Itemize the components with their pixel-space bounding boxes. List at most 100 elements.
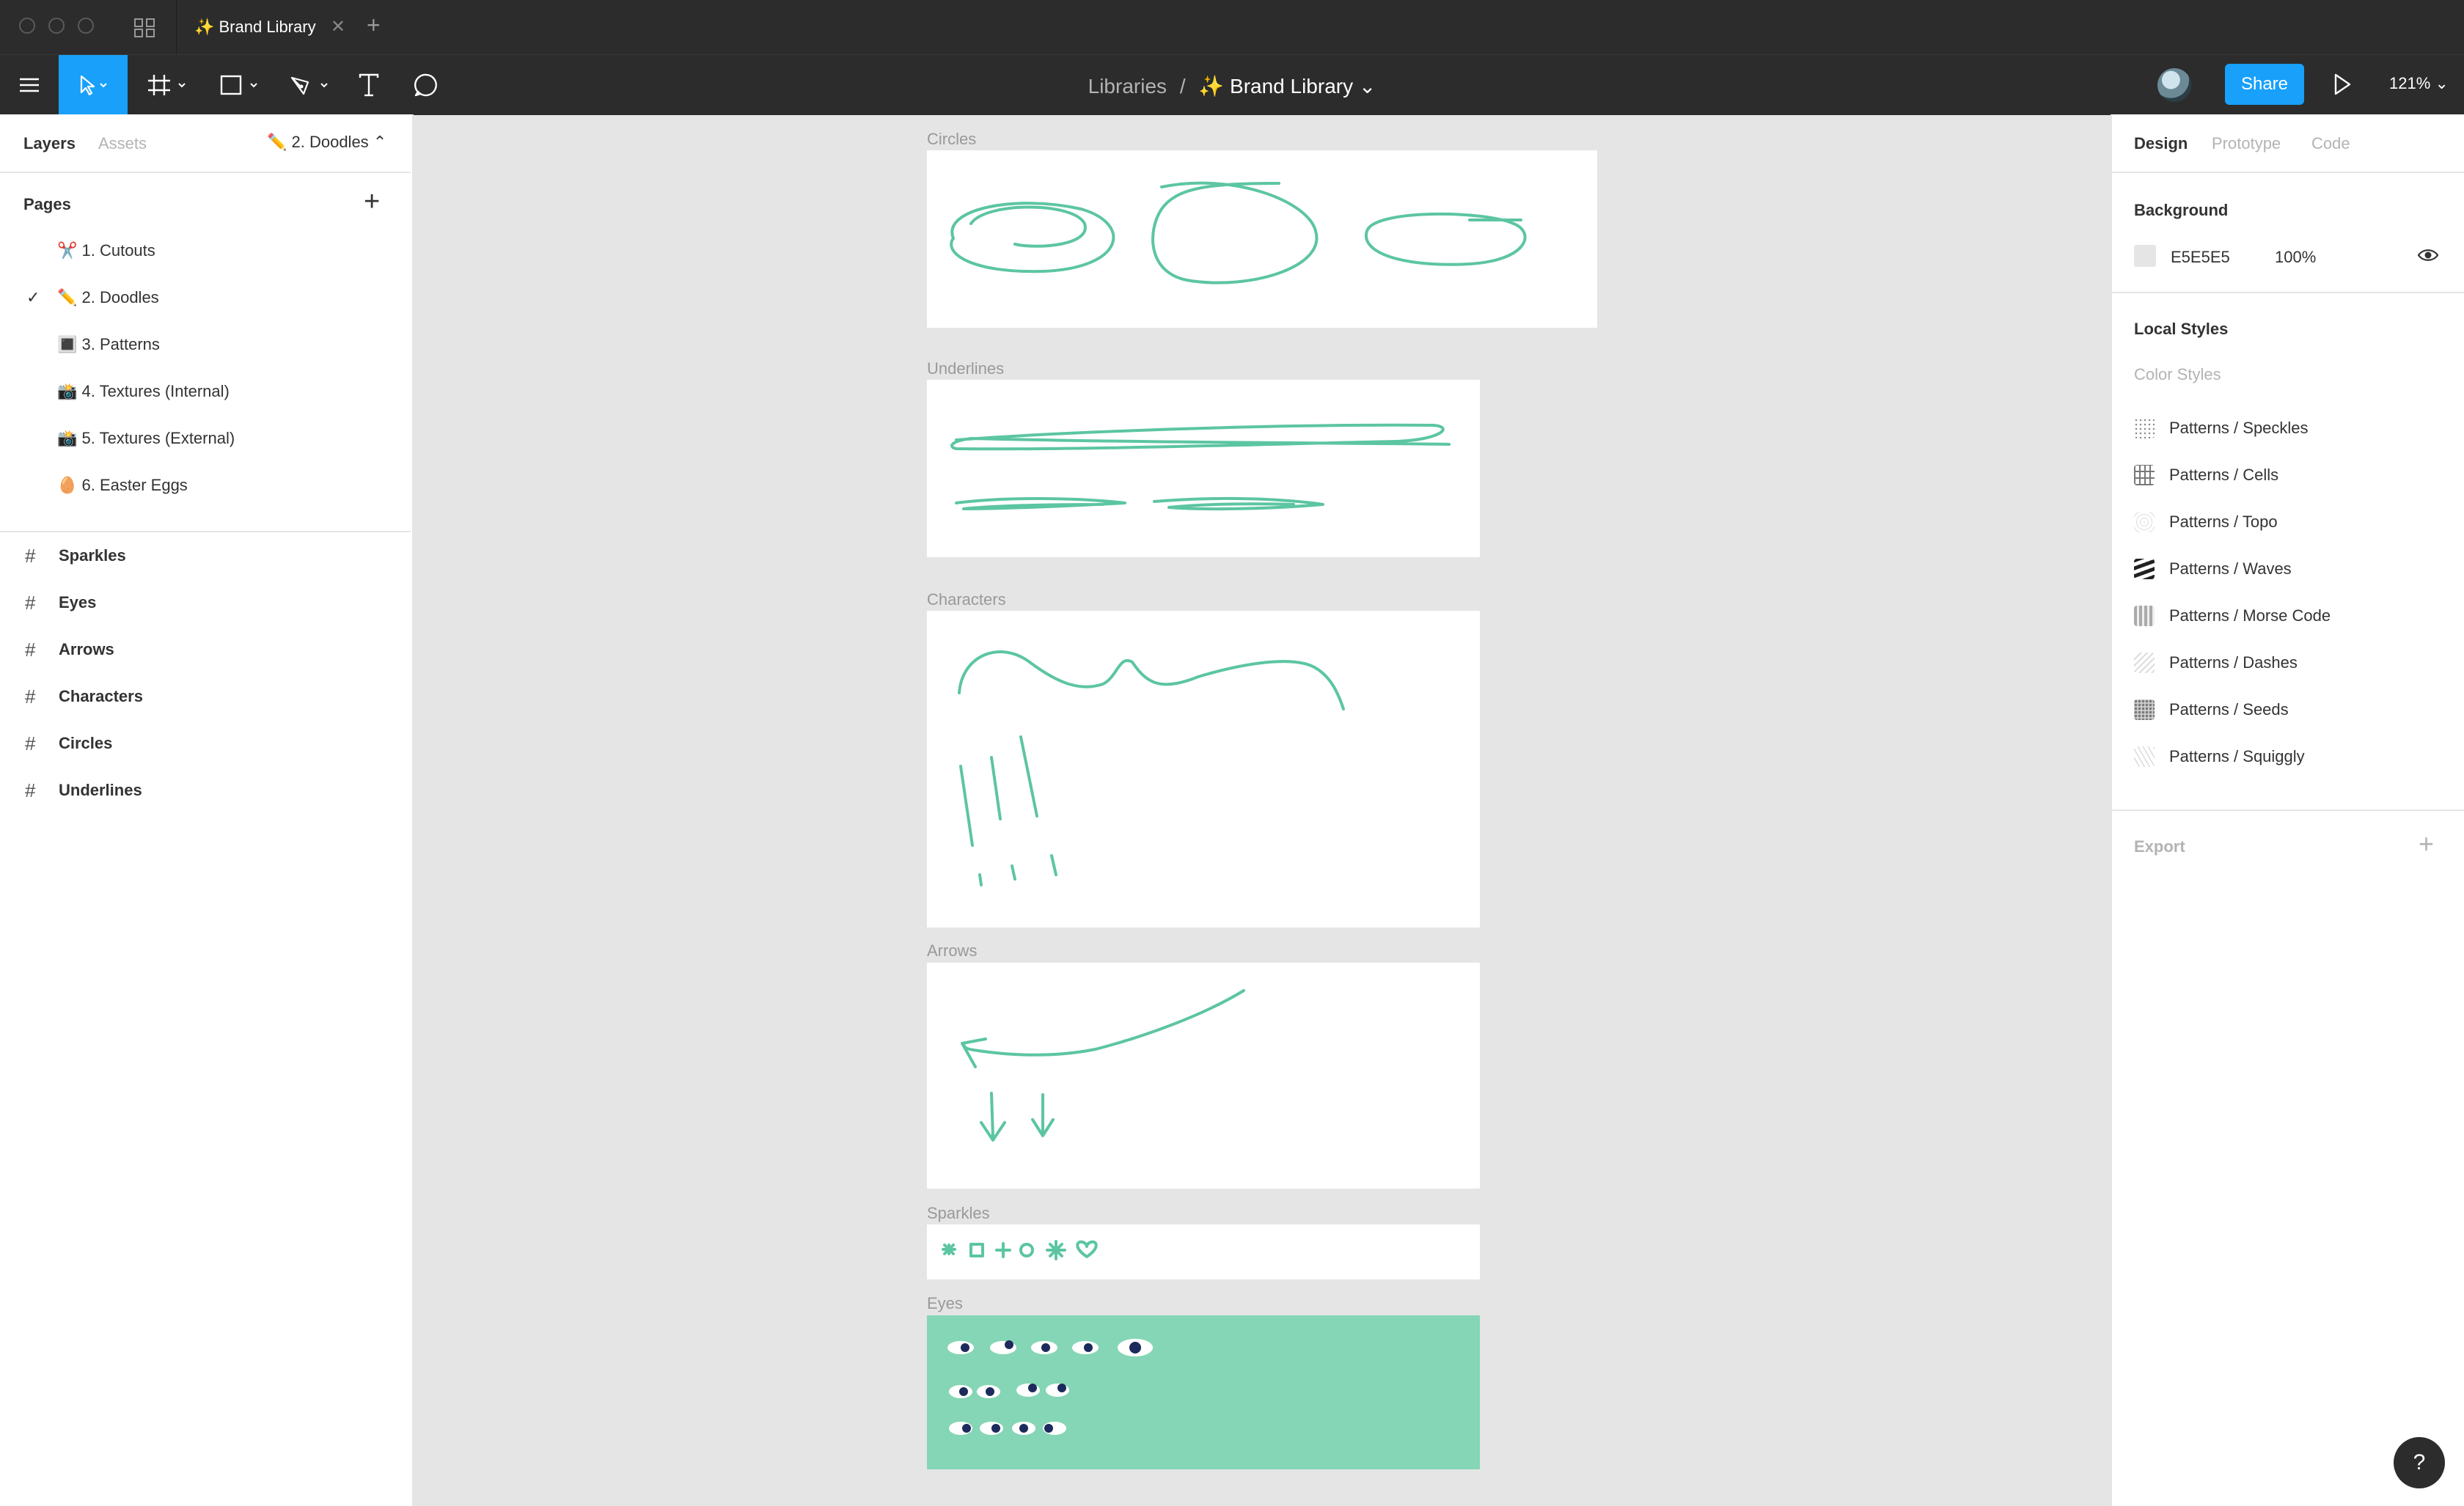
layer-label: Underlines	[59, 781, 142, 799]
help-button[interactable]: ?	[2394, 1437, 2445, 1488]
page-item-cutouts[interactable]: ✂️ 1. Cutouts	[0, 227, 411, 274]
page-item-patterns[interactable]: 🔳 3. Patterns	[0, 321, 411, 368]
circles-frame[interactable]	[927, 150, 1597, 328]
style-label: Patterns / Dashes	[2169, 653, 2298, 672]
style-label: Patterns / Speckles	[2169, 419, 2309, 437]
style-morse-code[interactable]: Patterns / Morse Code	[2134, 592, 2457, 639]
style-topo[interactable]: Patterns / Topo	[2134, 499, 2457, 546]
layer-circles[interactable]: # Circles	[0, 720, 411, 767]
character-doodles	[958, 650, 1345, 886]
color-styles-label: Color Styles	[2134, 365, 2221, 383]
local-styles-heading: Local Styles	[2134, 320, 2229, 338]
close-window-button[interactable]	[19, 18, 35, 34]
new-tab-button[interactable]: +	[367, 12, 381, 39]
style-speckles[interactable]: Patterns / Speckles	[2134, 405, 2457, 452]
move-tool-button[interactable]	[59, 55, 128, 115]
style-waves[interactable]: Patterns / Waves	[2134, 546, 2457, 592]
zoom-menu[interactable]: 121% ⌄	[2389, 74, 2449, 93]
frame-label-characters[interactable]: Characters	[927, 590, 1006, 609]
layer-label: Circles	[59, 734, 113, 752]
style-cells[interactable]: Patterns / Cells	[2134, 452, 2457, 499]
underlines-frame[interactable]	[927, 380, 1480, 557]
sparkle-doodles	[942, 1240, 1098, 1260]
layer-underlines[interactable]: # Underlines	[0, 767, 411, 814]
present-play-icon[interactable]	[2332, 72, 2353, 100]
check-icon: ✓	[26, 288, 40, 306]
arrows-frame[interactable]	[927, 963, 1480, 1189]
background-opacity-input[interactable]: 100%	[2275, 248, 2316, 267]
divider	[0, 172, 411, 173]
add-export-icon[interactable]: +	[2419, 829, 2434, 859]
layer-sparkles[interactable]: # Sparkles	[0, 532, 411, 579]
characters-frame[interactable]	[927, 611, 1480, 928]
comment-tool-icon[interactable]	[409, 55, 443, 115]
divider	[2112, 292, 2464, 293]
page-item-textures-internal[interactable]: 📸 4. Textures (Internal)	[0, 368, 411, 415]
frame-label-arrows[interactable]: Arrows	[927, 941, 977, 960]
divider	[2112, 809, 2464, 811]
shape-tool-icon[interactable]	[213, 55, 270, 115]
eyes-frame[interactable]	[927, 1315, 1480, 1469]
morse-code-swatch-icon	[2134, 606, 2155, 626]
layer-label: Sparkles	[59, 546, 126, 565]
page-label: 🔳 3. Patterns	[57, 335, 160, 353]
add-page-icon[interactable]: +	[364, 186, 380, 218]
text-tool-icon[interactable]	[352, 55, 386, 115]
underline-doodles	[950, 423, 1451, 511]
sparkles-frame[interactable]	[927, 1224, 1480, 1279]
frame-icon: #	[25, 638, 36, 661]
layer-label: Eyes	[59, 593, 97, 611]
arrow-doodles	[961, 989, 1245, 1142]
pen-tool-icon[interactable]	[282, 55, 342, 115]
frame-icon: #	[25, 544, 36, 567]
minimize-window-button[interactable]	[48, 18, 65, 34]
file-name-menu[interactable]: ✨ Brand Library ⌄	[1198, 75, 1376, 98]
frame-tool-icon[interactable]	[141, 55, 198, 115]
page-label: 🥚 6. Easter Eggs	[57, 476, 188, 494]
layer-characters[interactable]: # Characters	[0, 673, 411, 720]
frame-icon: #	[25, 591, 36, 614]
page-item-doodles[interactable]: ✓ ✏️ 2. Doodles	[0, 274, 411, 321]
tab-assets[interactable]: Assets	[98, 134, 147, 153]
avatar[interactable]	[2157, 68, 2191, 102]
layer-eyes[interactable]: # Eyes	[0, 579, 411, 626]
cells-swatch-icon	[2134, 465, 2155, 485]
close-tab-icon[interactable]: ✕	[331, 16, 345, 37]
divider	[2112, 172, 2464, 173]
current-page-selector[interactable]: ✏️ 2. Doodles ⌃	[267, 133, 386, 152]
visibility-eye-icon[interactable]	[2417, 246, 2439, 268]
page-item-easter-eggs[interactable]: 🥚 6. Easter Eggs	[0, 462, 411, 509]
layer-arrows[interactable]: # Arrows	[0, 626, 411, 673]
breadcrumb-libraries[interactable]: Libraries	[1088, 75, 1167, 98]
page-label: ✏️ 2. Doodles	[57, 288, 159, 306]
frame-label-circles[interactable]: Circles	[927, 130, 976, 149]
page-item-textures-external[interactable]: 📸 5. Textures (External)	[0, 415, 411, 462]
main-menu-icon[interactable]	[10, 55, 48, 115]
tab-design[interactable]: Design	[2134, 134, 2188, 153]
waves-swatch-icon	[2134, 559, 2155, 579]
tab-layers[interactable]: Layers	[23, 134, 76, 153]
tab-prototype[interactable]: Prototype	[2212, 134, 2281, 153]
file-browser-icon[interactable]	[133, 18, 155, 42]
style-squiggly[interactable]: Patterns / Squiggly	[2134, 733, 2457, 780]
style-dashes[interactable]: Patterns / Dashes	[2134, 639, 2457, 686]
style-label: Patterns / Morse Code	[2169, 606, 2331, 625]
speckles-swatch-icon	[2134, 418, 2155, 438]
background-color-swatch[interactable]	[2134, 245, 2156, 267]
style-seeds[interactable]: Patterns / Seeds	[2134, 686, 2457, 733]
share-button[interactable]: Share	[2225, 64, 2304, 105]
breadcrumb-separator: /	[1179, 75, 1186, 98]
maximize-window-button[interactable]	[78, 18, 94, 34]
background-hex-input[interactable]: E5E5E5	[2171, 248, 2230, 267]
layer-label: Characters	[59, 687, 143, 705]
file-tab[interactable]: ✨ Brand Library ✕	[176, 0, 357, 54]
export-heading: Export	[2134, 837, 2185, 856]
squiggly-swatch-icon	[2134, 746, 2155, 767]
frame-label-sparkles[interactable]: Sparkles	[927, 1204, 990, 1223]
tab-code[interactable]: Code	[2311, 134, 2350, 153]
topo-swatch-icon	[2134, 512, 2155, 532]
frame-label-eyes[interactable]: Eyes	[927, 1294, 963, 1313]
frame-icon: #	[25, 685, 36, 708]
style-label: Patterns / Topo	[2169, 513, 2278, 531]
frame-label-underlines[interactable]: Underlines	[927, 359, 1004, 378]
